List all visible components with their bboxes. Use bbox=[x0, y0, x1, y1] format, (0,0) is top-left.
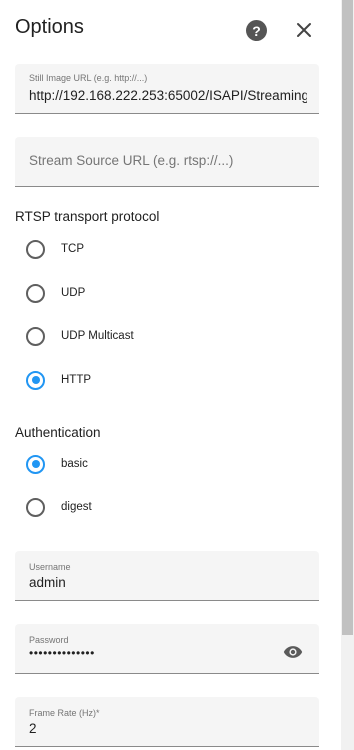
rtsp-option-label: HTTP bbox=[61, 374, 92, 386]
password-field[interactable]: Password •••••••••••••• bbox=[15, 624, 319, 674]
auth-option-digest[interactable]: digest bbox=[26, 496, 92, 518]
stream-source-url-placeholder: Stream Source URL (e.g. rtsp://...) bbox=[29, 153, 234, 168]
help-icon[interactable]: ? bbox=[246, 20, 267, 41]
radio-button[interactable] bbox=[26, 283, 45, 303]
radio-button[interactable] bbox=[26, 454, 45, 474]
frame-rate-value[interactable]: 2 bbox=[29, 721, 307, 736]
still-image-url-label: Still Image URL (e.g. http://...) bbox=[29, 73, 148, 83]
options-dialog: Options ? Still Image URL (e.g. http://.… bbox=[0, 0, 341, 750]
radio-button[interactable] bbox=[26, 370, 45, 390]
radio-button[interactable] bbox=[26, 239, 45, 259]
rtsp-option-label: UDP Multicast bbox=[61, 330, 134, 342]
radio-button[interactable] bbox=[26, 497, 45, 517]
password-value[interactable]: •••••••••••••• bbox=[29, 646, 307, 660]
username-field[interactable]: Username admin bbox=[15, 551, 319, 601]
auth-option-label: basic bbox=[61, 458, 88, 470]
eye-icon[interactable] bbox=[283, 645, 303, 659]
auth-option-label: digest bbox=[61, 501, 92, 513]
frame-rate-field[interactable]: Frame Rate (Hz)* 2 bbox=[15, 697, 319, 747]
password-label: Password bbox=[29, 635, 69, 645]
close-icon[interactable] bbox=[294, 20, 314, 40]
auth-option-basic[interactable]: basic bbox=[26, 453, 88, 475]
username-value[interactable]: admin bbox=[29, 575, 307, 590]
frame-rate-label: Frame Rate (Hz)* bbox=[29, 708, 100, 718]
stream-source-url-field[interactable]: Stream Source URL (e.g. rtsp://...) bbox=[15, 137, 319, 187]
rtsp-option-http[interactable]: HTTP bbox=[26, 369, 91, 391]
rtsp-transport-label: RTSP transport protocol bbox=[15, 209, 160, 224]
still-image-url-value[interactable]: http://192.168.222.253:65002/ISAPI/Strea… bbox=[29, 88, 307, 103]
rtsp-option-label: TCP bbox=[61, 243, 84, 255]
username-label: Username bbox=[29, 562, 71, 572]
dialog-title: Options bbox=[15, 16, 84, 38]
authentication-label: Authentication bbox=[15, 425, 101, 440]
radio-button[interactable] bbox=[26, 326, 45, 346]
scrollbar[interactable] bbox=[341, 0, 354, 750]
rtsp-option-udp-multicast[interactable]: UDP Multicast bbox=[26, 325, 134, 347]
rtsp-option-udp[interactable]: UDP bbox=[26, 282, 85, 304]
scrollbar-thumb[interactable] bbox=[342, 0, 353, 635]
still-image-url-field[interactable]: Still Image URL (e.g. http://...) http:/… bbox=[15, 64, 319, 114]
rtsp-option-tcp[interactable]: TCP bbox=[26, 238, 84, 260]
rtsp-option-label: UDP bbox=[61, 287, 86, 299]
